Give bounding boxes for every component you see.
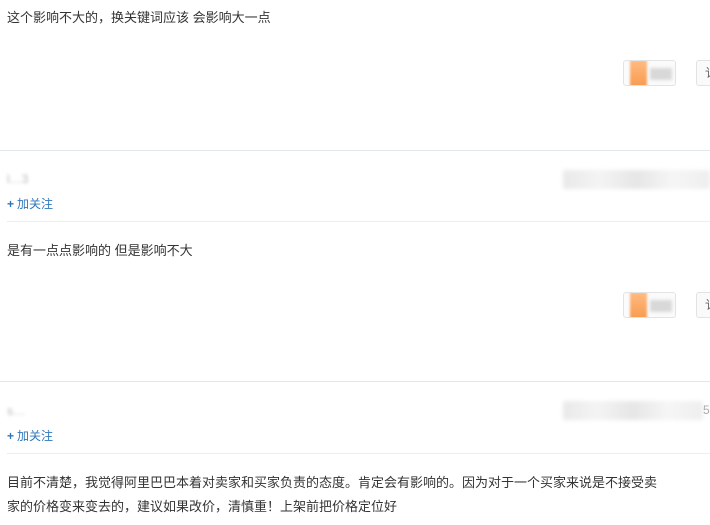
plus-icon: +	[7, 429, 15, 443]
follow-link[interactable]: + 加关注	[7, 427, 53, 444]
useful-vote-button[interactable]	[623, 60, 676, 86]
header-divider	[7, 221, 710, 222]
answer-author[interactable]: s…	[7, 404, 25, 418]
thumb-icon	[630, 293, 647, 317]
answer-date-tail: 5	[703, 403, 710, 417]
follow-label: 加关注	[17, 197, 54, 211]
answer-text-line: 目前不清楚，我觉得阿里巴巴本着对卖家和买家负责的态度。肯定会有影响的。因为对于一…	[7, 475, 658, 490]
vote-count	[650, 68, 672, 80]
answer-author[interactable]: l…3	[7, 172, 28, 186]
useful-vote-button[interactable]	[623, 292, 676, 318]
answer-list: 这个影响不大的，换关键词应该 会影响大一点 讠 l…3 +加关注 是有一点点影响…	[0, 0, 710, 525]
follow-label: 加关注	[17, 429, 54, 443]
comment-button[interactable]: 讠	[696, 60, 710, 86]
plus-icon: +	[7, 197, 15, 211]
header-divider	[7, 453, 710, 454]
follow-link[interactable]: + 加关注	[7, 195, 53, 212]
answer-text-line: 家的价格变来变去的，建议如果改价，清慎重！上架前把价格定位好	[7, 499, 398, 514]
answer-divider	[0, 381, 710, 382]
answer-date	[563, 170, 710, 189]
answer-text: 是有一点点影响的 但是影响不大	[7, 243, 193, 258]
answer-date	[563, 401, 703, 420]
answer-divider	[0, 150, 710, 151]
thumb-icon	[630, 61, 647, 85]
answer-text: 这个影响不大的，换关键词应该 会影响大一点	[7, 10, 271, 25]
vote-count	[650, 300, 672, 312]
comment-button[interactable]: 讠	[696, 292, 710, 318]
